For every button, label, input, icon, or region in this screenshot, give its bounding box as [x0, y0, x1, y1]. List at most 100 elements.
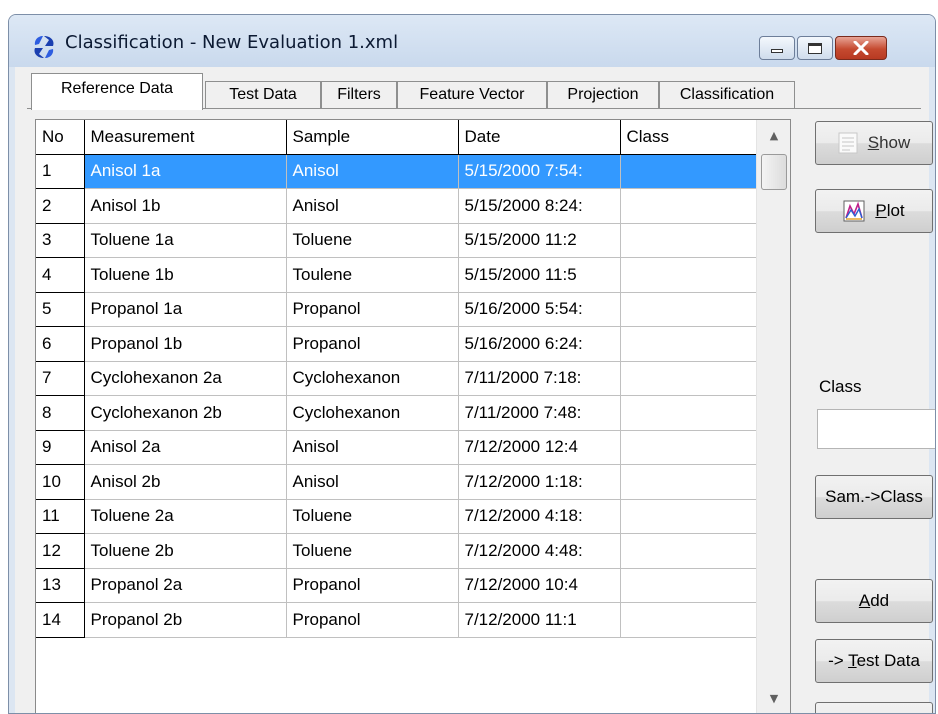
scroll-up-button[interactable]: ▲	[757, 120, 790, 150]
tab-projection[interactable]: Projection	[547, 81, 659, 109]
cell-sample[interactable]: Cyclohexanon	[286, 395, 459, 431]
cell-no[interactable]: 9	[36, 430, 85, 465]
cell-date[interactable]: 7/11/2000 7:18:	[458, 361, 621, 396]
cell-date[interactable]: 5/15/2000 11:5	[458, 257, 621, 293]
cell-no[interactable]: 12	[36, 533, 85, 569]
class-input[interactable]	[817, 409, 935, 449]
cell-no[interactable]: 4	[36, 257, 85, 293]
cell-class[interactable]	[620, 602, 757, 638]
cell-class[interactable]	[620, 326, 757, 362]
cell-class[interactable]	[620, 257, 757, 293]
vertical-scrollbar[interactable]: ▲ ▼	[756, 120, 790, 713]
cell-no[interactable]: 10	[36, 464, 85, 500]
data-grid[interactable]: No Measurement Sample Date Class 1 Anisol…	[35, 119, 791, 713]
cell-date[interactable]: 7/12/2000 4:18:	[458, 499, 621, 534]
cell-sample[interactable]: Propanol	[286, 568, 459, 603]
table-row[interactable]: 1 Anisol 1a Anisol 5/15/2000 7:54:	[36, 154, 757, 189]
plot-button[interactable]: Plot	[815, 189, 933, 233]
cell-sample[interactable]: Propanol	[286, 292, 459, 327]
cell-no[interactable]: 5	[36, 292, 85, 327]
maximize-button[interactable]	[797, 36, 833, 60]
table-row[interactable]: 12 Toluene 2b Toluene 7/12/2000 4:48:	[36, 533, 757, 569]
cell-class[interactable]	[620, 533, 757, 569]
cell-no[interactable]: 6	[36, 326, 85, 362]
cell-class[interactable]	[620, 154, 757, 189]
cell-date[interactable]: 7/12/2000 12:4	[458, 430, 621, 465]
cell-measurement[interactable]: Anisol 2b	[84, 464, 287, 500]
table-row[interactable]: 6 Propanol 1b Propanol 5/16/2000 6:24:	[36, 326, 757, 362]
cell-date[interactable]: 5/15/2000 8:24:	[458, 188, 621, 224]
delete-button[interactable]: Delete	[815, 702, 933, 713]
column-header-date[interactable]: Date	[458, 120, 621, 155]
cell-class[interactable]	[620, 568, 757, 603]
tab-classification[interactable]: Classification	[659, 81, 795, 109]
cell-measurement[interactable]: Cyclohexanon 2b	[84, 395, 287, 431]
cell-date[interactable]: 7/12/2000 10:4	[458, 568, 621, 603]
tab-feature-vector[interactable]: Feature Vector	[397, 81, 547, 109]
cell-sample[interactable]: Anisol	[286, 464, 459, 500]
cell-class[interactable]	[620, 292, 757, 327]
cell-measurement[interactable]: Propanol 1a	[84, 292, 287, 327]
column-header-no[interactable]: No	[36, 120, 85, 155]
table-row[interactable]: 9 Anisol 2a Anisol 7/12/2000 12:4	[36, 430, 757, 465]
table-row[interactable]: 14 Propanol 2b Propanol 7/12/2000 11:1	[36, 602, 757, 638]
sample-to-class-button[interactable]: Sam.->Class	[815, 475, 933, 519]
cell-sample[interactable]: Anisol	[286, 430, 459, 465]
cell-measurement[interactable]: Propanol 1b	[84, 326, 287, 362]
cell-measurement[interactable]: Toluene 2a	[84, 499, 287, 534]
cell-sample[interactable]: Propanol	[286, 602, 459, 638]
cell-measurement[interactable]: Propanol 2b	[84, 602, 287, 638]
cell-date[interactable]: 5/16/2000 6:24:	[458, 326, 621, 362]
cell-measurement[interactable]: Anisol 1b	[84, 188, 287, 224]
table-row[interactable]: 5 Propanol 1a Propanol 5/16/2000 5:54:	[36, 292, 757, 327]
column-header-class[interactable]: Class	[620, 120, 757, 155]
title-bar[interactable]: Classification - New Evaluation 1.xml	[9, 15, 935, 67]
scroll-down-button[interactable]: ▼	[757, 683, 790, 713]
cell-no[interactable]: 8	[36, 395, 85, 431]
cell-class[interactable]	[620, 499, 757, 534]
column-header-measurement[interactable]: Measurement	[84, 120, 287, 155]
tab-filters[interactable]: Filters	[321, 81, 397, 109]
cell-class[interactable]	[620, 430, 757, 465]
table-row[interactable]: 11 Toluene 2a Toluene 7/12/2000 4:18:	[36, 499, 757, 534]
cell-sample[interactable]: Toluene	[286, 223, 459, 258]
cell-sample[interactable]: Toulene	[286, 257, 459, 293]
cell-no[interactable]: 11	[36, 499, 85, 534]
cell-no[interactable]: 1	[36, 154, 85, 189]
table-row[interactable]: 13 Propanol 2a Propanol 7/12/2000 10:4	[36, 568, 757, 603]
cell-measurement[interactable]: Anisol 1a	[84, 154, 287, 189]
cell-no[interactable]: 14	[36, 602, 85, 638]
cell-date[interactable]: 7/12/2000 4:48:	[458, 533, 621, 569]
cell-no[interactable]: 3	[36, 223, 85, 258]
cell-sample[interactable]: Cyclohexanon	[286, 361, 459, 396]
cell-class[interactable]	[620, 395, 757, 431]
scroll-thumb[interactable]	[761, 154, 787, 190]
cell-class[interactable]	[620, 464, 757, 500]
show-button[interactable]: Show	[815, 121, 933, 165]
to-test-data-button[interactable]: -> Test Data	[815, 639, 933, 683]
cell-date[interactable]: 5/15/2000 7:54:	[458, 154, 621, 189]
cell-sample[interactable]: Anisol	[286, 154, 459, 189]
cell-date[interactable]: 7/12/2000 1:18:	[458, 464, 621, 500]
cell-date[interactable]: 7/12/2000 11:1	[458, 602, 621, 638]
cell-measurement[interactable]: Anisol 2a	[84, 430, 287, 465]
column-header-sample[interactable]: Sample	[286, 120, 459, 155]
table-row[interactable]: 10 Anisol 2b Anisol 7/12/2000 1:18:	[36, 464, 757, 500]
close-button[interactable]	[835, 36, 887, 60]
table-row[interactable]: 3 Toluene 1a Toluene 5/15/2000 11:2	[36, 223, 757, 258]
cell-class[interactable]	[620, 361, 757, 396]
cell-measurement[interactable]: Toluene 1b	[84, 257, 287, 293]
table-row[interactable]: 4 Toluene 1b Toulene 5/15/2000 11:5	[36, 257, 757, 293]
cell-no[interactable]: 2	[36, 188, 85, 224]
cell-no[interactable]: 13	[36, 568, 85, 603]
add-button[interactable]: Add	[815, 579, 933, 623]
tab-reference-data[interactable]: Reference Data	[31, 73, 203, 110]
cell-date[interactable]: 5/15/2000 11:2	[458, 223, 621, 258]
cell-measurement[interactable]: Cyclohexanon 2a	[84, 361, 287, 396]
cell-sample[interactable]: Toluene	[286, 533, 459, 569]
cell-measurement[interactable]: Toluene 1a	[84, 223, 287, 258]
cell-date[interactable]: 5/16/2000 5:54:	[458, 292, 621, 327]
cell-sample[interactable]: Anisol	[286, 188, 459, 224]
cell-sample[interactable]: Toluene	[286, 499, 459, 534]
tab-test-data[interactable]: Test Data	[205, 81, 321, 109]
